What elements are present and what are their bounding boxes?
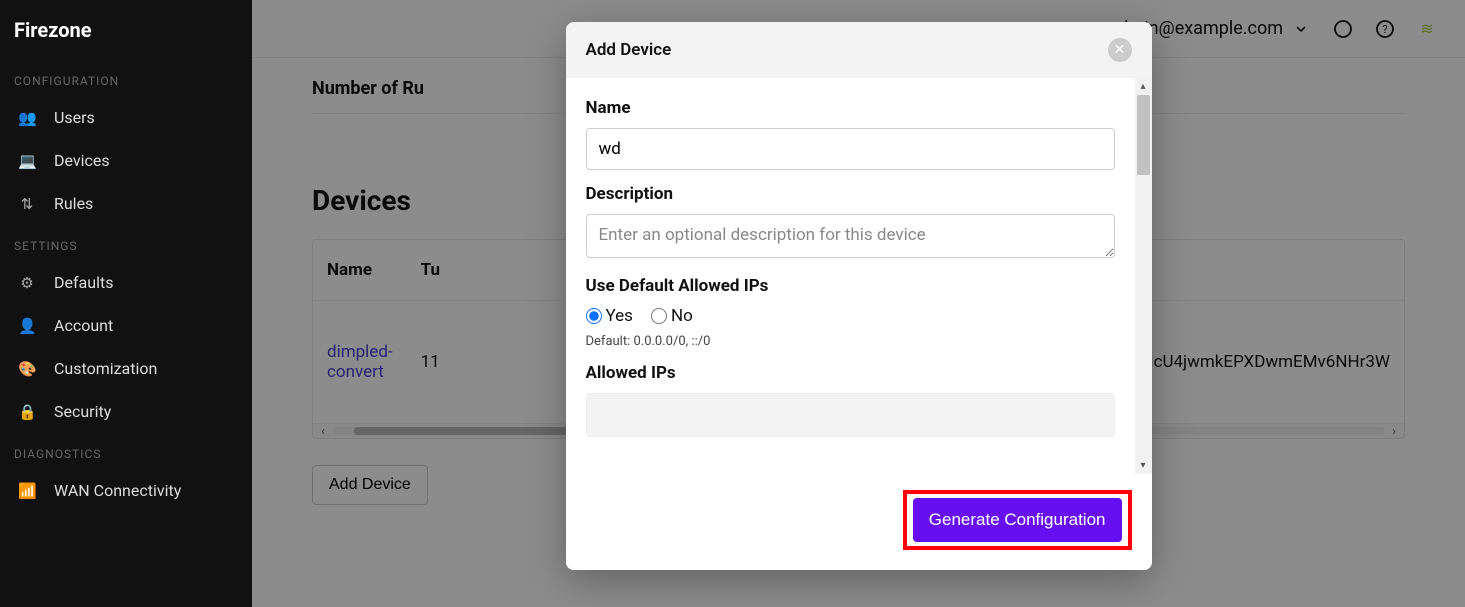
- sidebar-item-label: Defaults: [54, 273, 113, 292]
- sidebar-item-label: Users: [54, 108, 95, 127]
- sidebar-item-users-icon: 👥: [18, 109, 36, 127]
- sidebar-item-security-icon: 🔒: [18, 403, 36, 421]
- radio-yes[interactable]: Yes: [586, 306, 633, 326]
- generate-highlight: Generate Configuration: [903, 490, 1132, 550]
- sidebar-item-wan-icon: 📶: [18, 482, 36, 500]
- sidebar-item-customization[interactable]: 🎨 Customization: [0, 347, 252, 390]
- description-input[interactable]: [586, 214, 1115, 258]
- generate-config-button[interactable]: Generate Configuration: [913, 498, 1122, 542]
- description-label: Description: [586, 184, 1115, 204]
- sidebar-item-label: Devices: [54, 151, 110, 170]
- sidebar-item-label: Account: [54, 316, 113, 335]
- allowed-ips-input: [586, 393, 1115, 437]
- sidebar-item-security[interactable]: 🔒 Security: [0, 390, 252, 433]
- sidebar-item-devices-icon: 💻: [18, 152, 36, 170]
- sidebar-section-title: CONFIGURATION: [0, 60, 252, 96]
- use-default-radios: Yes No: [586, 306, 1115, 326]
- name-label: Name: [586, 98, 1115, 118]
- sidebar-item-customization-icon: 🎨: [18, 360, 36, 378]
- sidebar-item-rules[interactable]: ⇅ Rules: [0, 182, 252, 225]
- use-default-label: Use Default Allowed IPs: [586, 276, 1115, 296]
- main-area: admin@example.com ? ≋ Number of Ru Devic…: [252, 0, 1465, 607]
- sidebar-section-title: DIAGNOSTICS: [0, 433, 252, 469]
- default-help-text: Default: 0.0.0.0/0, ::/0: [586, 334, 1115, 349]
- sidebar-item-label: Customization: [54, 359, 157, 378]
- sidebar-item-defaults[interactable]: ⚙ Defaults: [0, 261, 252, 304]
- sidebar-item-account-icon: 👤: [18, 317, 36, 335]
- modal-footer: Generate Configuration: [566, 474, 1152, 570]
- radio-no-input[interactable]: [651, 308, 667, 324]
- name-input[interactable]: [586, 128, 1115, 170]
- modal-header: Add Device ✕: [566, 22, 1152, 78]
- sidebar-item-label: Security: [54, 402, 111, 421]
- radio-no[interactable]: No: [651, 306, 693, 326]
- modal-title: Add Device: [586, 40, 672, 60]
- v-scrollbar[interactable]: ▴ ▾: [1135, 78, 1152, 474]
- scroll-up-icon[interactable]: ▴: [1135, 78, 1152, 95]
- v-scroll-thumb[interactable]: [1137, 95, 1150, 175]
- sidebar-item-wan[interactable]: 📶 WAN Connectivity: [0, 469, 252, 512]
- scroll-down-icon[interactable]: ▾: [1135, 457, 1152, 474]
- sidebar-item-label: Rules: [54, 194, 93, 213]
- modal-body: Name Description Use Default Allowed IPs…: [566, 78, 1135, 474]
- sidebar-section-title: SETTINGS: [0, 225, 252, 261]
- close-icon[interactable]: ✕: [1108, 38, 1132, 62]
- sidebar: Firezone CONFIGURATION 👥 Users 💻 Devices ⇅ Rul…: [0, 0, 252, 607]
- sidebar-item-label: WAN Connectivity: [54, 481, 181, 500]
- sidebar-item-devices[interactable]: 💻 Devices: [0, 139, 252, 182]
- allowed-ips-label: Allowed IPs: [586, 363, 1115, 383]
- sidebar-item-defaults-icon: ⚙: [18, 274, 36, 292]
- sidebar-item-rules-icon: ⇅: [18, 195, 36, 213]
- sidebar-item-users[interactable]: 👥 Users: [0, 96, 252, 139]
- radio-yes-input[interactable]: [586, 308, 602, 324]
- sidebar-item-account[interactable]: 👤 Account: [0, 304, 252, 347]
- add-device-modal: Add Device ✕ Name Description Use Defaul…: [566, 22, 1152, 570]
- brand-logo: Firezone: [0, 0, 252, 60]
